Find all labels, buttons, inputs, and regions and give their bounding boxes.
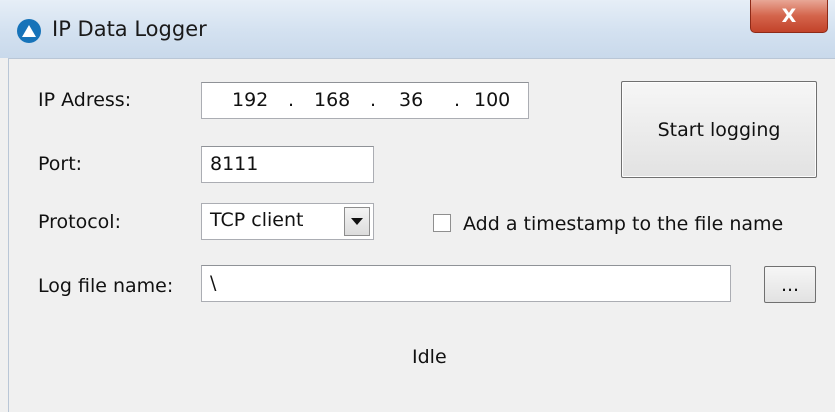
chevron-down-icon[interactable] — [344, 207, 370, 236]
start-logging-button[interactable]: Start logging — [621, 81, 817, 178]
ip-octet-1[interactable]: 192 — [232, 89, 268, 111]
close-button[interactable]: X — [750, 0, 828, 33]
close-icon: X — [781, 5, 797, 27]
log-file-name-input[interactable]: \ — [201, 265, 731, 302]
title-bar[interactable]: IP Data Logger X — [0, 0, 835, 58]
browse-button[interactable]: ... — [764, 266, 816, 303]
ip-separator: . — [288, 89, 295, 111]
ip-separator: . — [370, 89, 377, 111]
ip-octet-2[interactable]: 168 — [314, 89, 350, 111]
protocol-label: Protocol: — [38, 211, 121, 233]
ip-address-label: IP Adress: — [38, 89, 132, 111]
timestamp-checkbox[interactable] — [433, 214, 451, 232]
app-logo-icon — [17, 19, 41, 43]
ip-address-input[interactable]: 192 . 168 . 36 . 100 — [201, 82, 529, 119]
port-input[interactable]: 8111 — [201, 146, 374, 183]
ip-octet-3[interactable]: 36 — [399, 89, 423, 111]
status-text: Idle — [412, 346, 447, 368]
log-file-name-label: Log file name: — [38, 275, 174, 297]
protocol-select[interactable]: TCP client — [201, 203, 374, 240]
window-title: IP Data Logger — [52, 17, 207, 41]
timestamp-checkbox-label[interactable]: Add a timestamp to the file name — [463, 213, 783, 235]
ip-separator: . — [454, 89, 461, 111]
protocol-selected-value: TCP client — [210, 209, 304, 231]
app-window: IP Data Logger X IP Adress: 192 . 168 . … — [0, 0, 835, 412]
ip-octet-4[interactable]: 100 — [474, 89, 510, 111]
port-label: Port: — [38, 153, 83, 175]
